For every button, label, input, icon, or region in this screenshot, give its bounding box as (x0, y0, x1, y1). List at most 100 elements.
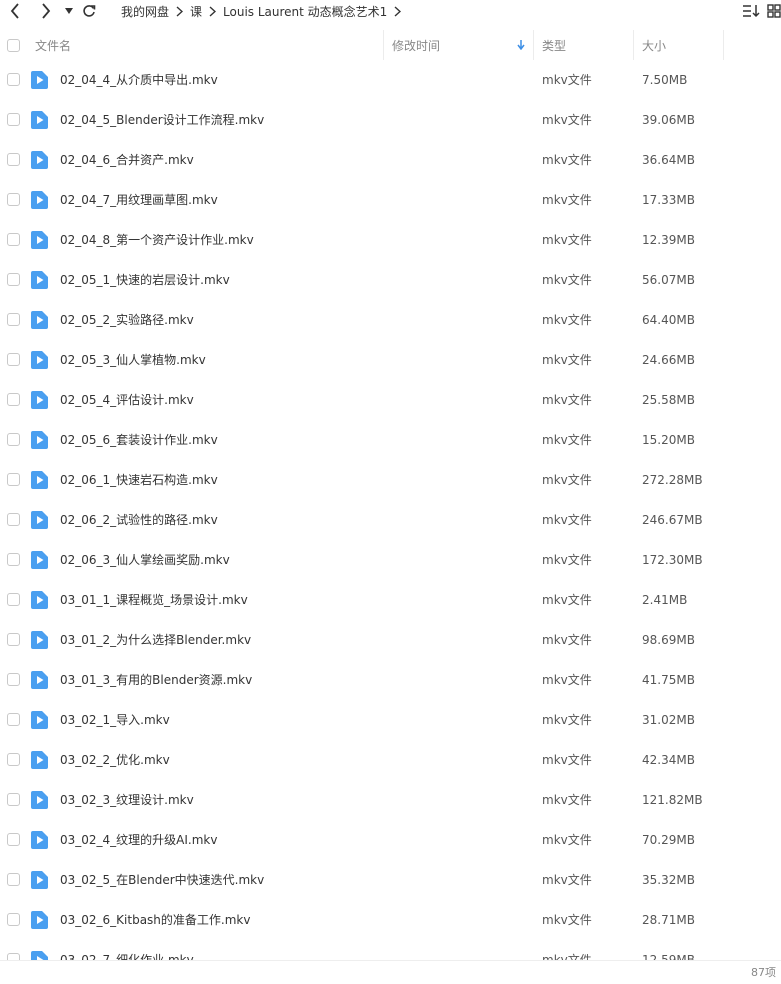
file-name[interactable]: 02_04_7_用纹理画草图.mkv (60, 180, 218, 220)
row-checkbox[interactable] (7, 473, 20, 486)
sort-desc-icon (517, 30, 525, 60)
row-checkbox[interactable] (7, 913, 20, 926)
file-row[interactable]: 03_01_2_为什么选择Blender.mkv mkv文件 98.69MB (0, 620, 781, 660)
breadcrumb-item[interactable]: Louis Laurent 动态概念艺术1 (223, 3, 387, 20)
file-name[interactable]: 02_04_4_从介质中导出.mkv (60, 60, 218, 100)
row-checkbox[interactable] (7, 73, 20, 86)
file-name[interactable]: 03_01_3_有用的Blender资源.mkv (60, 660, 252, 700)
sort-button[interactable] (741, 0, 761, 22)
file-name[interactable]: 02_05_6_套装设计作业.mkv (60, 420, 218, 460)
row-checkbox[interactable] (7, 633, 20, 646)
file-row[interactable]: 03_02_7_细化作业.mkv mkv文件 12.59MB (0, 940, 781, 960)
column-divider[interactable] (633, 30, 634, 60)
row-checkbox[interactable] (7, 713, 20, 726)
row-checkbox[interactable] (7, 313, 20, 326)
row-checkbox[interactable] (7, 233, 20, 246)
file-row[interactable]: 03_02_1_导入.mkv mkv文件 31.02MB (0, 700, 781, 740)
row-checkbox[interactable] (7, 393, 20, 406)
column-type[interactable]: 类型 (542, 30, 566, 60)
file-type: mkv文件 (542, 633, 592, 647)
select-all-checkbox[interactable] (7, 30, 20, 60)
file-name[interactable]: 02_06_1_快速岩石构造.mkv (60, 460, 218, 500)
row-checkbox[interactable] (7, 553, 20, 566)
column-name[interactable]: 文件名 (35, 30, 71, 60)
file-type: mkv文件 (542, 953, 592, 960)
video-file-icon (31, 951, 48, 960)
file-size: 17.33MB (642, 193, 695, 207)
row-checkbox[interactable] (7, 153, 20, 166)
file-size: 25.58MB (642, 393, 695, 407)
row-checkbox[interactable] (7, 513, 20, 526)
file-name[interactable]: 02_04_5_Blender设计工作流程.mkv (60, 100, 264, 140)
file-row[interactable]: 03_01_1_课程概览_场景设计.mkv mkv文件 2.41MB (0, 580, 781, 620)
column-divider[interactable] (723, 30, 724, 60)
file-row[interactable]: 03_02_3_纹理设计.mkv mkv文件 121.82MB (0, 780, 781, 820)
row-checkbox[interactable] (7, 673, 20, 686)
file-row[interactable]: 02_05_2_实验路径.mkv mkv文件 64.40MB (0, 300, 781, 340)
file-name[interactable]: 03_02_2_优化.mkv (60, 740, 170, 780)
file-row[interactable]: 02_04_8_第一个资产设计作业.mkv mkv文件 12.39MB (0, 220, 781, 260)
view-mode-button[interactable] (767, 0, 781, 22)
file-size: 12.59MB (642, 953, 695, 960)
file-row[interactable]: 02_05_3_仙人掌植物.mkv mkv文件 24.66MB (0, 340, 781, 380)
row-checkbox[interactable] (7, 793, 20, 806)
file-name[interactable]: 02_06_2_试验性的路径.mkv (60, 500, 218, 540)
file-row[interactable]: 03_02_5_在Blender中快速迭代.mkv mkv文件 35.32MB (0, 860, 781, 900)
file-size: 98.69MB (642, 633, 695, 647)
column-divider[interactable] (533, 30, 534, 60)
column-modified[interactable]: 修改时间 (392, 30, 440, 60)
file-name[interactable]: 03_02_6_Kitbash的准备工作.mkv (60, 900, 250, 940)
file-row[interactable]: 02_06_2_试验性的路径.mkv mkv文件 246.67MB (0, 500, 781, 540)
row-checkbox[interactable] (7, 753, 20, 766)
file-name[interactable]: 02_05_3_仙人掌植物.mkv (60, 340, 206, 380)
file-row[interactable]: 02_06_3_仙人掌绘画奖励.mkv mkv文件 172.30MB (0, 540, 781, 580)
file-row[interactable]: 02_04_6_合并资产.mkv mkv文件 36.64MB (0, 140, 781, 180)
file-row[interactable]: 03_02_6_Kitbash的准备工作.mkv mkv文件 28.71MB (0, 900, 781, 940)
video-file-icon (31, 351, 48, 369)
forward-button[interactable] (37, 0, 55, 22)
file-name[interactable]: 02_04_8_第一个资产设计作业.mkv (60, 220, 254, 260)
file-type: mkv文件 (542, 473, 592, 487)
file-name[interactable]: 02_04_6_合并资产.mkv (60, 140, 194, 180)
file-type: mkv文件 (542, 273, 592, 287)
file-row[interactable]: 03_02_4_纹理的升级AI.mkv mkv文件 70.29MB (0, 820, 781, 860)
breadcrumb-item[interactable]: 课 (190, 3, 202, 20)
file-name[interactable]: 03_02_3_纹理设计.mkv (60, 780, 194, 820)
file-row[interactable]: 02_06_1_快速岩石构造.mkv mkv文件 272.28MB (0, 460, 781, 500)
back-button[interactable] (6, 0, 24, 22)
breadcrumb-item[interactable]: 我的网盘 (121, 3, 169, 20)
file-row[interactable]: 02_04_7_用纹理画草图.mkv mkv文件 17.33MB (0, 180, 781, 220)
file-size: 12.39MB (642, 233, 695, 247)
file-row[interactable]: 03_01_3_有用的Blender资源.mkv mkv文件 41.75MB (0, 660, 781, 700)
file-name[interactable]: 02_05_4_评估设计.mkv (60, 380, 194, 420)
file-name[interactable]: 03_02_1_导入.mkv (60, 700, 170, 740)
row-checkbox[interactable] (7, 433, 20, 446)
file-row[interactable]: 02_04_4_从介质中导出.mkv mkv文件 7.50MB (0, 60, 781, 100)
column-divider[interactable] (383, 30, 384, 60)
file-name[interactable]: 02_06_3_仙人掌绘画奖励.mkv (60, 540, 230, 580)
row-checkbox[interactable] (7, 353, 20, 366)
file-row[interactable]: 02_04_5_Blender设计工作流程.mkv mkv文件 39.06MB (0, 100, 781, 140)
file-name[interactable]: 03_02_5_在Blender中快速迭代.mkv (60, 860, 264, 900)
file-row[interactable]: 02_05_6_套装设计作业.mkv mkv文件 15.20MB (0, 420, 781, 460)
file-name[interactable]: 02_05_1_快速的岩层设计.mkv (60, 260, 230, 300)
row-checkbox[interactable] (7, 193, 20, 206)
row-checkbox[interactable] (7, 833, 20, 846)
column-size[interactable]: 大小 (642, 30, 666, 60)
file-name[interactable]: 03_01_1_课程概览_场景设计.mkv (60, 580, 248, 620)
file-size: 121.82MB (642, 793, 703, 807)
row-checkbox[interactable] (7, 113, 20, 126)
file-name[interactable]: 02_05_2_实验路径.mkv (60, 300, 194, 340)
file-row[interactable]: 02_05_4_评估设计.mkv mkv文件 25.58MB (0, 380, 781, 420)
row-checkbox[interactable] (7, 873, 20, 886)
file-name[interactable]: 03_01_2_为什么选择Blender.mkv (60, 620, 251, 660)
file-name[interactable]: 03_02_7_细化作业.mkv (60, 940, 194, 960)
refresh-button[interactable] (81, 0, 97, 22)
file-row[interactable]: 02_05_1_快速的岩层设计.mkv mkv文件 56.07MB (0, 260, 781, 300)
row-checkbox[interactable] (7, 953, 20, 960)
file-row[interactable]: 03_02_2_优化.mkv mkv文件 42.34MB (0, 740, 781, 780)
file-name[interactable]: 03_02_4_纹理的升级AI.mkv (60, 820, 217, 860)
row-checkbox[interactable] (7, 593, 20, 606)
history-dropdown-button[interactable] (63, 0, 75, 22)
row-checkbox[interactable] (7, 273, 20, 286)
